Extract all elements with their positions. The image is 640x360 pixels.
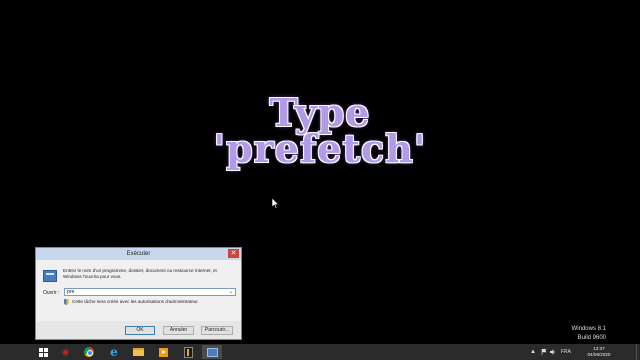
taskbar-media-player[interactable] (153, 345, 173, 359)
taskbar-app[interactable] (178, 345, 198, 359)
close-icon: ✕ (230, 250, 237, 257)
file-explorer-icon (132, 348, 144, 356)
run-dialog-icon (206, 347, 218, 357)
watermark-build: Build 9600 (577, 335, 606, 341)
app-icon (183, 346, 193, 358)
taskbar-chrome[interactable] (79, 345, 99, 359)
taskbar: e ▲ FRA 13:37 04/06/2020 (0, 344, 640, 360)
tray-expand-icon[interactable]: ▲ (530, 344, 536, 360)
chrome-icon (84, 347, 94, 357)
start-button[interactable] (33, 345, 53, 359)
internet-explorer-icon: e (110, 345, 118, 359)
speaker-icon[interactable] (550, 349, 556, 355)
chevron-down-icon[interactable]: ⌄ (229, 289, 233, 295)
admin-note: Cette tâche sera créée avec les autorisa… (72, 299, 199, 304)
clock[interactable]: 13:37 04/06/2020 (580, 346, 618, 358)
start-icon (38, 347, 48, 357)
run-icon (43, 270, 57, 282)
close-button[interactable]: ✕ (228, 249, 239, 258)
taskbar-run-dialog[interactable] (202, 345, 222, 359)
watermark-os: Windows 8.1 (571, 326, 606, 332)
taskbar-file-explorer[interactable] (128, 345, 148, 359)
open-label: Ouvrir : (43, 290, 60, 296)
show-desktop-button[interactable] (636, 344, 640, 360)
run-dialog: Exécuter ✕ Entrez le nom d'un programme,… (35, 247, 242, 340)
overlay-title-line2: 'prefetch' (213, 126, 427, 171)
clock-date: 04/06/2020 (587, 352, 611, 357)
admin-shield-icon (64, 299, 69, 305)
media-player-icon (158, 347, 168, 357)
open-input-value: pre (67, 289, 75, 295)
run-dialog-titlebar[interactable]: Exécuter ✕ (36, 248, 241, 260)
open-input[interactable]: pre ⌄ (64, 288, 236, 296)
language-indicator[interactable]: FRA (561, 344, 571, 360)
taskbar-internet-explorer[interactable]: e (104, 345, 124, 359)
browse-button[interactable]: Parcourir... (201, 326, 233, 335)
windows-watermark: Windows 8.1 Build 9600 (572, 325, 606, 343)
run-dialog-title: Exécuter (126, 251, 151, 257)
recorder-icon (60, 347, 70, 357)
flag-icon[interactable] (541, 349, 547, 355)
cancel-button[interactable]: Annuler (163, 326, 194, 335)
mouse-cursor-icon (272, 198, 280, 209)
run-description: Entrez le nom d'un programme, dossier, d… (63, 268, 217, 279)
ok-button[interactable]: OK (125, 326, 155, 335)
taskbar-recorder[interactable] (55, 345, 75, 359)
